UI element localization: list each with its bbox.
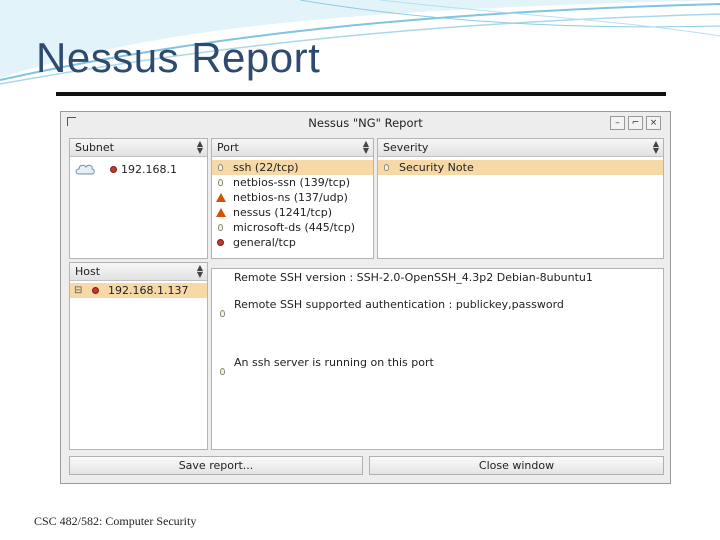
port-row[interactable]: general/tcp [212,235,373,250]
slide-title: Nessus Report [36,34,321,81]
host-header-label: Host [75,265,101,278]
subnet-column-header[interactable]: Subnet ▲ ▼ [70,139,207,157]
host-label: 192.168.1.137 [108,284,189,297]
detail-line: Remote SSH supported authentication : pu… [234,298,564,311]
warning-icon [216,208,226,217]
note-icon [218,179,223,186]
note-icon [218,224,223,231]
close-window-button[interactable]: Close window [369,456,664,475]
severity-label: Security Note [399,161,474,174]
red-dot-icon [92,287,99,294]
close-window-icon-button[interactable]: × [646,116,661,130]
severity-list[interactable]: Severity ▲ ▼ Security Note [377,138,664,259]
port-row[interactable]: netbios-ns (137/udp) [212,190,373,205]
maximize-button[interactable]: ⌐ [628,116,643,130]
port-label: general/tcp [233,236,296,249]
warning-icon [216,193,226,202]
sort-arrows-icon: ▲ ▼ [652,139,659,155]
network-cloud-icon [75,164,95,175]
slide-footer: CSC 482/582: Computer Security [34,514,197,528]
minimize-button[interactable]: – [610,116,625,130]
note-icon [220,368,225,375]
detail-line: An ssh server is running on this port [234,356,434,369]
subnet-label: 192.168.1 [121,163,177,176]
subnet-row[interactable]: 192.168.1 [70,161,207,178]
window-title: Nessus "NG" Report [308,116,423,130]
port-row[interactable]: microsoft-ds (445/tcp) [212,220,373,235]
port-list[interactable]: Port ▲ ▼ ssh (22/tcp) netbios-ssn (139/tc… [211,138,374,259]
subnet-list[interactable]: Subnet ▲ ▼ 192.168.1 [69,138,208,259]
host-column-header[interactable]: Host ▲ ▼ [70,263,207,281]
sort-arrows-icon: ▲ ▼ [362,139,369,155]
port-label: ssh (22/tcp) [233,161,299,174]
port-label: netbios-ns (137/udp) [233,191,348,204]
port-header-label: Port [217,141,239,154]
port-column-header[interactable]: Port ▲ ▼ [212,139,373,157]
title-underline [56,92,666,96]
report-details[interactable]: Remote SSH version : SSH-2.0-OpenSSH_4.3… [211,268,664,450]
severity-column-header[interactable]: Severity ▲ ▼ [378,139,663,157]
port-label: netbios-ssn (139/tcp) [233,176,351,189]
save-report-button[interactable]: Save report... [69,456,363,475]
host-list[interactable]: Host ▲ ▼ ⊟ 192.168.1.137 [69,262,208,450]
detail-line: Remote SSH version : SSH-2.0-OpenSSH_4.3… [234,271,593,284]
port-row[interactable]: ssh (22/tcp) [212,160,373,175]
nessus-report-window: Nessus "NG" Report – ⌐ × Subnet ▲ ▼ 192.1… [60,111,671,484]
port-label: microsoft-ds (445/tcp) [233,221,356,234]
note-icon [384,164,389,171]
red-dot-icon [217,239,224,246]
computer-icon: ⊟ [74,285,83,296]
sort-arrows-icon: ▲ ▼ [196,263,203,279]
severity-row[interactable]: Security Note [378,160,663,175]
severity-header-label: Severity [383,141,429,154]
subnet-header-label: Subnet [75,141,114,154]
red-dot-icon [110,166,117,173]
note-icon [220,310,225,317]
note-icon [218,164,223,171]
window-titlebar[interactable]: Nessus "NG" Report – ⌐ × [61,112,670,134]
port-label: nessus (1241/tcp) [233,206,333,219]
port-row[interactable]: netbios-ssn (139/tcp) [212,175,373,190]
sort-arrows-icon: ▲ ▼ [196,139,203,155]
port-row[interactable]: nessus (1241/tcp) [212,205,373,220]
host-row[interactable]: ⊟ 192.168.1.137 [70,283,207,298]
